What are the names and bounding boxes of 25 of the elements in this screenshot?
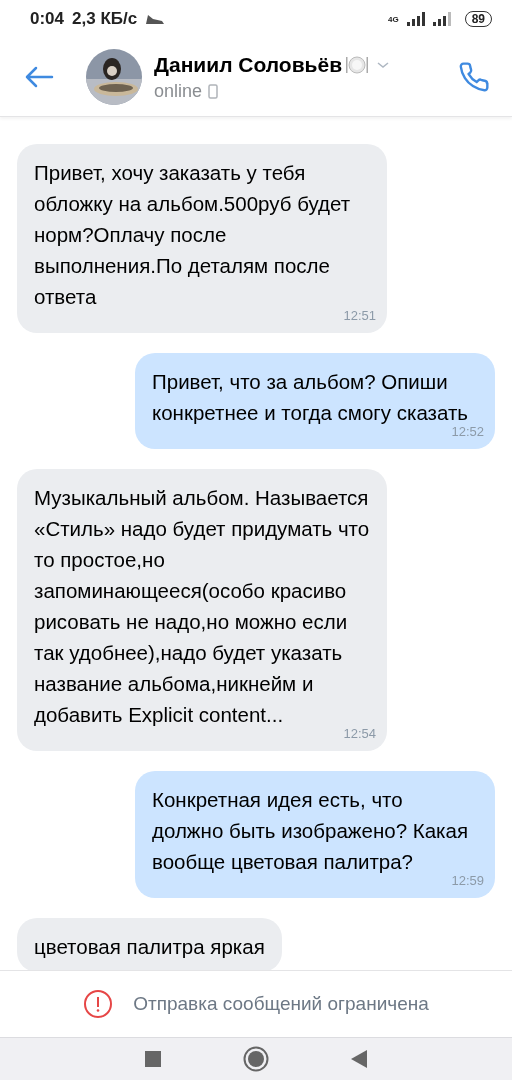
network-type: 4G xyxy=(387,14,399,24)
warning-icon xyxy=(83,989,114,1019)
contact-name: Даниил Соловьёв xyxy=(154,52,343,77)
message-time: 12:59 xyxy=(451,873,484,888)
message-time: 12:52 xyxy=(451,424,484,439)
phone-call-icon[interactable] xyxy=(458,61,490,93)
back-nav-icon[interactable] xyxy=(351,1050,367,1068)
message-time: 12:51 xyxy=(343,308,376,323)
message-time: 12:54 xyxy=(343,726,376,741)
home-icon[interactable] xyxy=(243,1046,269,1072)
phone-device-icon xyxy=(208,83,219,99)
signal-icon xyxy=(406,12,425,26)
plate-icon xyxy=(346,53,369,76)
message-text: Музыкальный альбом. Называется «Стиль» надо будет придумать что то простое,но запоминающееся(особо красиво рисовать не надо,но можно если так удобнее),надо будет указать название альбома,никнейм и добавить Explicit content... xyxy=(34,485,370,728)
back-icon[interactable] xyxy=(24,65,54,89)
signal-icon xyxy=(432,12,451,26)
message-text: цветовая палитра яркая xyxy=(34,934,265,960)
network-speed: 2,3 КБ/с xyxy=(72,9,138,29)
online-status: online xyxy=(154,80,203,102)
message-text: Привет, хочу заказать у тебя обложку на альбом.500руб будет норм?Оплачу после выполнения.По деталям после ответа xyxy=(34,160,352,310)
notice-text: Отправка сообщений ограничена xyxy=(133,993,429,1015)
chevron-down-icon[interactable] xyxy=(376,59,391,70)
clock: 0:04 xyxy=(30,9,65,29)
message-text: Конкретная идея есть, что должно быть изображено? Какая вообще цветовая палитра? xyxy=(152,787,469,875)
message-text: Привет, что за альбом? Опиши конкретнее и тогда смогу сказать xyxy=(152,369,469,426)
